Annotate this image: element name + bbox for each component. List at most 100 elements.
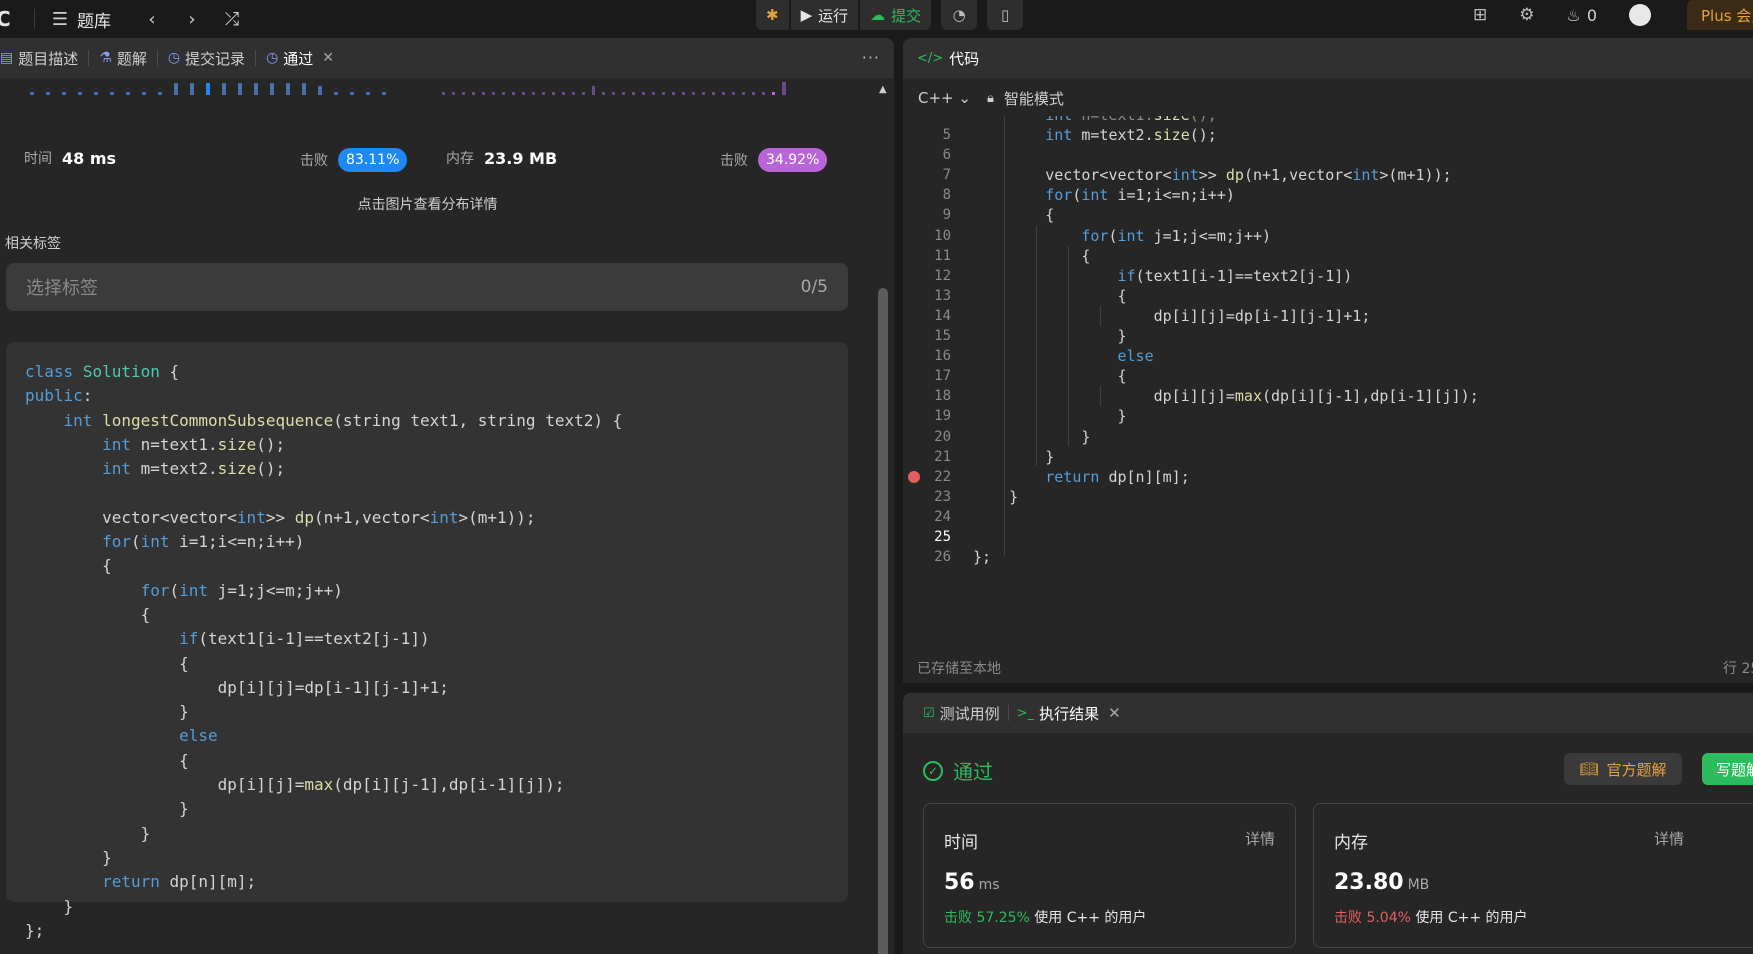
memory-label: 内存 xyxy=(446,151,474,167)
tab-accepted-label: 通过 xyxy=(283,49,314,68)
cursor-position: 行 25 xyxy=(1723,661,1753,677)
tag-select-input[interactable]: 选择标签 0/5 xyxy=(6,263,848,311)
memory-beats-text: 击败 5.04% xyxy=(1334,910,1411,926)
line-number: 26 xyxy=(934,549,951,566)
runtime-beats: 击败 83.11% xyxy=(300,148,408,172)
history-icon: ◷ xyxy=(266,50,279,66)
runtime-card-title: 时间 xyxy=(944,833,978,853)
runtime-stat: 时间 48 ms xyxy=(24,148,116,168)
memory-value: 23.9 MB xyxy=(484,148,558,168)
memory-card: 内存 详情 23.80 MB 击败 5.04% 使用 C++ 的用户 xyxy=(1313,803,1753,948)
language-select[interactable]: C++ ⌄ xyxy=(918,89,971,107)
next-problem-icon[interactable]: › xyxy=(181,9,203,30)
tags-title: 相关标签 xyxy=(5,236,61,252)
code-line: } xyxy=(25,799,189,819)
result-tabs: ☑ 测试用例 >_ 执行结果 ✕ xyxy=(903,693,1753,733)
memory-beats-label: 击败 xyxy=(720,153,748,169)
divider xyxy=(34,9,35,29)
official-solution-button[interactable]: 📖︎ 官方题解 xyxy=(1564,753,1682,785)
submitted-code-block: class Solution {public: int longestCommo… xyxy=(6,342,848,940)
streak-counter[interactable]: ♨ 0 xyxy=(1566,6,1597,25)
runtime-detail-link[interactable]: 详情 xyxy=(1245,828,1275,849)
notes-button[interactable]: ▯ xyxy=(987,0,1024,30)
streak-count: 0 xyxy=(1586,5,1597,25)
editor-title: 代码 xyxy=(949,49,980,68)
code-line: vector<vector<int>> dp(n+1,vector<int>(m… xyxy=(25,507,536,527)
problem-list-label: 题库 xyxy=(77,11,111,32)
more-icon[interactable]: ··· xyxy=(862,48,880,67)
result-status-text: 通过 xyxy=(953,760,993,784)
cloud-upload-icon: ☁ xyxy=(870,6,886,24)
run-label: 运行 xyxy=(818,6,849,25)
scroll-up-icon[interactable]: ▲ xyxy=(879,84,887,95)
code-line: class Solution { xyxy=(25,362,180,381)
tab-result-label: 执行结果 xyxy=(1039,704,1100,723)
left-panel: ▤ 题目描述 ⚗ 题解 ◷ 提交记录 ◷ 通过 ✕ ··· 时间 48 ms 击… xyxy=(0,38,894,954)
result-panel: ☑测试用例 >_执行结果 ✕ ✓ 通过 📖︎ 官方题解 写题解 时间 详情 56m… xyxy=(903,693,1753,954)
debug-button[interactable]: ✱ xyxy=(756,0,789,30)
distribution-chart[interactable] xyxy=(28,78,828,100)
smart-mode-label[interactable]: 智能模式 xyxy=(1004,88,1064,109)
shuffle-icon[interactable]: ⤮ xyxy=(221,9,243,30)
tab-description[interactable]: ▤ 题目描述 xyxy=(0,48,88,69)
gear-icon[interactable]: ⚙ xyxy=(1519,5,1534,25)
layout-icon[interactable]: ⊞ xyxy=(1473,5,1487,25)
flask-icon: ⚗ xyxy=(99,50,112,66)
memory-card-title: 内存 xyxy=(1334,833,1368,853)
left-scrollbar[interactable]: ▲ ▼ xyxy=(876,78,890,954)
code-line: { xyxy=(25,750,189,770)
document-icon: ▤ xyxy=(0,50,14,66)
runtime-beats-label: 击败 xyxy=(300,153,328,169)
code-line: }; xyxy=(25,920,45,940)
timer-button[interactable]: ◔ xyxy=(941,0,978,30)
distribution-hint[interactable]: 点击图片查看分布详情 xyxy=(0,194,855,214)
list-icon: ☰ xyxy=(51,8,69,30)
code-line: } xyxy=(25,896,74,916)
code-area[interactable]: int n=text1.size(); 5 int m=text2.size()… xyxy=(903,116,1753,646)
scroll-thumb[interactable] xyxy=(878,288,888,954)
code-icon: </> xyxy=(917,50,944,66)
memory-detail-link[interactable]: 详情 xyxy=(1654,828,1684,849)
leetcode-logo-icon[interactable]: C xyxy=(0,7,20,31)
runtime-unit: ms xyxy=(978,877,1000,893)
tab-submissions[interactable]: ◷ 提交记录 xyxy=(158,48,255,69)
run-button[interactable]: ▶ 运行 xyxy=(790,0,859,30)
code-line: int n=text1.size(); xyxy=(102,434,286,454)
tab-result[interactable]: >_ 执行结果 ✕ xyxy=(1009,703,1129,724)
runtime-label: 时间 xyxy=(24,151,52,167)
avatar[interactable] xyxy=(1629,4,1651,26)
book-icon: 📖︎ xyxy=(1579,760,1599,778)
tab-submissions-label: 提交记录 xyxy=(185,49,246,68)
indent-guide xyxy=(1100,386,1101,406)
problem-list-button[interactable]: ☰ 题库 xyxy=(49,7,111,32)
tab-solutions-label: 题解 xyxy=(116,49,147,68)
saved-status: 已存储至本地 xyxy=(917,661,1001,677)
history-icon: ◷ xyxy=(167,50,181,66)
language-label: C++ xyxy=(918,89,954,107)
prev-problem-icon[interactable]: ‹ xyxy=(141,9,163,30)
left-tabs: ▤ 题目描述 ⚗ 题解 ◷ 提交记录 ◷ 通过 ✕ ··· xyxy=(0,38,894,78)
tab-accepted[interactable]: ◷ 通过 ✕ xyxy=(256,48,344,69)
tag-count: 0/5 xyxy=(800,277,828,297)
result-status: ✓ 通过 xyxy=(923,756,993,785)
runtime-beats-text: 击败 57.25% xyxy=(944,910,1030,926)
tab-description-label: 题目描述 xyxy=(18,49,79,68)
close-icon[interactable]: ✕ xyxy=(322,50,334,66)
tab-testcase[interactable]: ☑ 测试用例 xyxy=(915,703,1008,724)
submit-button[interactable]: ☁ 提交 xyxy=(860,0,932,30)
submission-detail: 时间 48 ms 击败 83.11% 内存 23.9 MB 击败 34.92% … xyxy=(0,78,880,954)
write-solution-button[interactable]: 写题解 xyxy=(1702,753,1753,785)
indent-guide xyxy=(1100,306,1101,326)
tab-solutions[interactable]: ⚗ 题解 xyxy=(89,48,157,69)
terminal-icon: >_ xyxy=(1016,705,1035,721)
checkbox-icon: ☑ xyxy=(923,705,935,721)
runtime-number: 56 xyxy=(944,870,975,895)
submit-label: 提交 xyxy=(891,6,922,25)
breakpoint-icon[interactable] xyxy=(908,470,920,483)
close-icon[interactable]: ✕ xyxy=(1108,704,1121,722)
code-line: dp[i][j]=dp[i-1][j-1]+1; xyxy=(25,677,449,697)
plus-member-button[interactable]: Plus 会员 xyxy=(1687,0,1753,30)
memory-number: 23.80 xyxy=(1334,870,1404,895)
code-line: } xyxy=(25,847,112,867)
editor-toolbar: C++ ⌄ 🔒︎ 智能模式 xyxy=(903,78,1753,118)
